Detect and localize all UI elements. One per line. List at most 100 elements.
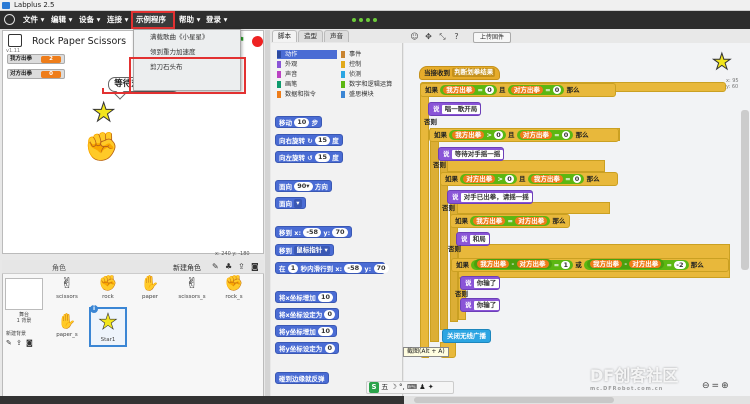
tab-scripts[interactable]: 脚本 (272, 30, 297, 42)
block-change-x[interactable]: 将x坐标增加 10 (275, 291, 338, 303)
star-icon: ★ (98, 310, 118, 336)
category-motion[interactable]: 动作 (277, 50, 337, 59)
status-dot-icon (352, 18, 356, 22)
expand-icon[interactable]: ✥ (424, 32, 433, 41)
person-icon[interactable]: ☺ (410, 32, 419, 41)
category-labplus[interactable]: 盛思模块 (341, 90, 401, 99)
block-bounce[interactable]: 碰到边缘就反弹 (275, 372, 329, 384)
block-set-y[interactable]: 将y坐标设定为 0 (275, 342, 340, 354)
fist-icon: ✊ (224, 274, 244, 292)
block-set-x[interactable]: 将x坐标设定为 0 (275, 308, 339, 320)
example-item-twinkle[interactable]: 满载歌曲《小星星》 (134, 30, 240, 45)
title-bar: Labplus 2.5 (0, 0, 750, 11)
sprite-thumb[interactable]: ✋ paper (131, 272, 169, 308)
paint-sprite-icon[interactable]: ✎ (212, 262, 221, 271)
block-point-direction[interactable]: 面向 90▾ 方向 (275, 180, 332, 192)
if-block[interactable]: 如果 我方出拳 = 对方出拳 那么 (450, 214, 570, 228)
say-block[interactable]: 说 你输了 (460, 298, 501, 312)
ime-toolbar: S 五 ☽ °, ⌨ ♟ ✦ (366, 381, 454, 394)
zoom-reset-icon[interactable]: = (712, 381, 722, 391)
category-looks[interactable]: 外观 (277, 60, 337, 69)
category-sound[interactable]: 声音 (277, 70, 337, 79)
ime-mode[interactable]: 五 (381, 383, 388, 391)
scroll-thumb[interactable] (414, 397, 614, 403)
panel-divider[interactable] (265, 30, 270, 404)
block-goto-xy[interactable]: 移到 x: -58 y: 70 (275, 226, 352, 238)
menu-connect[interactable]: 连接 ▾ (104, 11, 131, 29)
upload-backdrop-icon[interactable]: ⇪ (16, 339, 24, 347)
zoom-out-icon[interactable]: ⊖ (702, 381, 712, 391)
user-icon[interactable]: ♟ (419, 383, 425, 391)
zoom-controls: ⊖=⊕ (702, 381, 731, 391)
sprite-thumb-selected[interactable]: ★ Star1 (89, 307, 127, 347)
sprite-thumb[interactable]: ✊ rock (89, 272, 127, 308)
category-sensing[interactable]: 侦测 (341, 70, 401, 79)
category-events[interactable]: 事件 (341, 50, 401, 59)
moon-icon[interactable]: ☽ (390, 383, 396, 391)
menu-edit[interactable]: 编辑 ▾ (48, 11, 75, 29)
block-turn-right[interactable]: 向右旋转 ↻ 15 度 (275, 134, 343, 146)
menu-login[interactable]: 登录 ▾ (203, 11, 230, 29)
shrink-icon[interactable]: ⤡ (438, 32, 447, 41)
sprite-thumb[interactable]: ✌ scissors_s (173, 272, 211, 308)
fist-icon: ✊ (98, 274, 118, 292)
language-globe-icon[interactable] (4, 14, 15, 25)
sprite-thumb[interactable]: ✋ paper_s (48, 310, 86, 346)
if-block[interactable]: 如果 对方出拳 > 0 且 我方出拳 = 0 那么 (440, 172, 618, 186)
sprite-thumb[interactable]: ✊ rock_s (215, 272, 253, 308)
menu-file[interactable]: 文件 ▾ (20, 11, 47, 29)
horizontal-scrollbar[interactable] (404, 396, 750, 404)
if-block[interactable]: 如果 我方出拳 - 对方出拳 = 1 或 我方出拳 - 对方出拳 = -2 那么 (451, 258, 729, 272)
zoom-in-icon[interactable]: ⊕ (721, 381, 731, 391)
fullscreen-icon[interactable] (8, 34, 22, 47)
menu-device[interactable]: 设备 ▾ (76, 11, 103, 29)
variable-name: 我方出拳 (10, 56, 33, 62)
menu-examples[interactable]: 示例程序 ▾ (131, 11, 175, 38)
block-point-towards[interactable]: 面向 ▾ (275, 197, 306, 209)
block-turn-left[interactable]: 向左旋转 ↺ 15 度 (275, 151, 343, 163)
category-operators[interactable]: 数字和逻辑运算 (341, 80, 401, 89)
info-icon[interactable]: i (90, 305, 98, 313)
menu-help[interactable]: 帮助 ▾ (176, 11, 203, 29)
paint-backdrop-icon[interactable]: ✎ (6, 339, 14, 347)
tooltip: 截图(Alt + A) (403, 347, 449, 357)
upload-sprite-icon[interactable]: ⇪ (238, 262, 247, 271)
sprite-thumb[interactable]: ✌ scissors (48, 272, 86, 308)
block-move[interactable]: 移动 10 步 (275, 116, 323, 128)
say-block[interactable]: 说 唱一歌开局 (428, 102, 482, 116)
say-block[interactable]: 说 等待对手摇一摇 (438, 147, 505, 161)
fist-sprite-icon[interactable]: ✊ (84, 133, 119, 161)
if-block[interactable]: 如果 我方出拳 > 0 且 对方出拳 = 0 那么 (429, 128, 619, 142)
tab-costumes[interactable]: 造型 (298, 30, 323, 42)
c-block-band (440, 160, 605, 172)
keyboard-icon[interactable]: ⌨ (407, 383, 417, 391)
wrench-icon[interactable]: ✦ (428, 383, 434, 391)
mouse-coords: x: 240 y: -180 (215, 251, 250, 257)
block-change-y[interactable]: 将y坐标增加 10 (275, 325, 338, 337)
broadcast-block[interactable]: 关闭无线广播 (442, 329, 491, 343)
star-sprite-icon[interactable]: ★ (91, 100, 115, 127)
say-block[interactable]: 说 对手已出拳，请摇一摇 (447, 190, 533, 204)
say-block[interactable]: 说 和局 (456, 232, 490, 246)
category-data[interactable]: 数据和指令 (277, 90, 337, 99)
vertical-scrollbar[interactable] (741, 110, 749, 270)
random-sprite-icon[interactable]: ♣ (225, 262, 234, 271)
category-control[interactable]: 控制 (341, 60, 401, 69)
when-receive-block[interactable]: 当接收到 判断划拳结果 (419, 66, 501, 80)
if-block[interactable]: 如果 我方出拳 = 0 且 对方出拳 = 0 那么 (420, 83, 616, 97)
category-pen[interactable]: 画笔 (277, 80, 337, 89)
stage-thumbnail[interactable] (5, 278, 43, 310)
variable-monitor: 对方出拳 0 (7, 69, 65, 79)
tab-sounds[interactable]: 声音 (324, 30, 349, 42)
ime-logo-icon[interactable]: S (369, 382, 379, 393)
backdrop-camera-icon[interactable]: ◙ (26, 339, 34, 347)
block-goto-target[interactable]: 移到 鼠标指针 ▾ (275, 244, 334, 256)
variable-name: 对方出拳 (10, 71, 33, 77)
camera-icon[interactable]: ◙ (251, 262, 260, 271)
punct-icon[interactable]: °, (399, 383, 405, 391)
upload-firmware-button[interactable]: 上传固件 (473, 32, 511, 43)
help-icon[interactable]: ? (452, 32, 461, 41)
stop-icon[interactable] (252, 36, 263, 47)
project-title[interactable]: Rock Paper Scissors (32, 36, 126, 47)
block-glide[interactable]: 在 1 秒内滑行到 x: -58 y: 70 (275, 262, 389, 274)
